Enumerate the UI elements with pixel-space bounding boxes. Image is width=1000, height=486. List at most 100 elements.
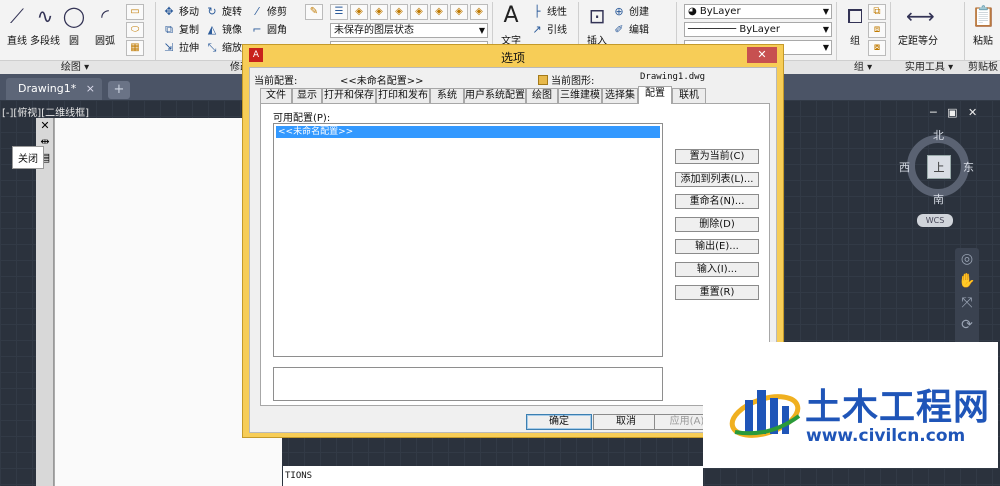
wcs-menu[interactable]: WCS	[917, 214, 953, 227]
insert-block-icon: ⊡	[588, 4, 606, 28]
trim-icon: ⁄	[256, 5, 258, 18]
tab-selection[interactable]: 选择集	[602, 88, 638, 103]
circle-tool[interactable]: ◯ 圆	[57, 4, 91, 47]
cancel-button[interactable]: 取消	[593, 414, 659, 430]
layer-icon[interactable]: ◈	[370, 4, 388, 20]
rotate-label: 旋转	[222, 7, 242, 18]
pan-icon[interactable]: ✋	[955, 270, 979, 292]
tab-profiles[interactable]: 配置	[638, 86, 672, 104]
compass-west[interactable]: 西	[899, 159, 910, 175]
compass-south[interactable]: 南	[933, 191, 944, 207]
stretch-label: 拉伸	[179, 43, 199, 54]
new-tab-button[interactable]: +	[108, 81, 130, 99]
tab-drafting[interactable]: 绘图	[526, 88, 558, 103]
delete-button[interactable]: 删除(D)	[675, 217, 759, 232]
layer-icon[interactable]: ◈	[430, 4, 448, 20]
maximize-icon[interactable]: ▣	[947, 106, 957, 119]
dialog-close-button[interactable]: ✕	[747, 47, 777, 63]
tab-user-preferences[interactable]: 用户系统配置	[464, 88, 526, 103]
layer-icon[interactable]: ◈	[410, 4, 428, 20]
viewcube-top-face[interactable]: 上	[927, 155, 951, 179]
ok-button[interactable]: 确定	[526, 414, 592, 430]
arc-icon: ◜	[101, 4, 109, 28]
text-tool[interactable]: A 文字	[494, 3, 528, 48]
command-line[interactable]: TIONS	[283, 466, 703, 486]
hatch-icon[interactable]: ▦	[126, 40, 144, 56]
viewport-controls-label[interactable]: [-][俯视][二维线框]	[2, 104, 89, 119]
minimize-icon[interactable]: ─	[930, 106, 937, 119]
move-tool[interactable]: ✥ 移动	[162, 4, 199, 20]
layer-icon[interactable]: ◈	[470, 4, 488, 20]
insert-tool[interactable]: ⊡ 插入	[580, 4, 614, 47]
rectangle-icon[interactable]: ▭	[126, 4, 144, 20]
text-icon: A	[503, 3, 519, 28]
export-button[interactable]: 输出(E)...	[675, 239, 759, 254]
dimension-icon: ├	[533, 5, 541, 18]
import-button[interactable]: 输入(I)...	[675, 262, 759, 277]
stretch-tool[interactable]: ⇲ 拉伸	[162, 40, 199, 56]
profiles-listbox[interactable]: <<未命名配置>>	[273, 123, 663, 357]
rotate-tool[interactable]: ↻ 旋转	[205, 4, 242, 20]
fillet-tool[interactable]: ⌐ 圆角	[250, 22, 287, 38]
group-tool[interactable]: ⧠ 组	[838, 4, 872, 47]
scale-tool[interactable]: ⤡ 缩放	[205, 40, 242, 56]
rename-button[interactable]: 重命名(N)...	[675, 194, 759, 209]
panel-title-group[interactable]: 组 ▾	[838, 61, 888, 75]
arc-tool[interactable]: ◜ 圆弧	[88, 4, 122, 47]
tab-plot-publish[interactable]: 打印和发布	[376, 88, 430, 103]
move-icon: ✥	[164, 5, 174, 18]
set-current-button[interactable]: 置为当前(C)	[675, 149, 759, 164]
close-icon[interactable]: ✕	[968, 106, 977, 119]
linetype-dropdown[interactable]: ──────── ByLayer ▼	[684, 22, 832, 37]
edit-block-tool[interactable]: ✐ 编辑	[612, 22, 649, 38]
panel-title-draw[interactable]: 绘图 ▾	[40, 61, 110, 75]
create-block-icon: ⊕	[614, 5, 624, 18]
ungroup-icon[interactable]: ⧉	[868, 4, 886, 20]
rotate-icon: ↻	[207, 5, 217, 18]
create-block-tool[interactable]: ⊕ 创建	[612, 4, 649, 20]
fillet-icon: ⌐	[252, 23, 262, 36]
group-edit-icon[interactable]: ⧈	[868, 22, 886, 38]
tab-open-save[interactable]: 打开和保存	[322, 88, 376, 103]
color-dropdown[interactable]: ◕ ByLayer ▼	[684, 4, 832, 19]
tab-3d-modeling[interactable]: 三维建模	[558, 88, 602, 103]
brush-icon[interactable]: ✎	[305, 4, 323, 20]
move-label: 移动	[179, 7, 199, 18]
tab-online[interactable]: 联机	[672, 88, 706, 103]
mirror-tool[interactable]: ◭ 镜像	[205, 22, 242, 38]
leader-tool[interactable]: ↗ 引线	[530, 22, 567, 38]
list-item[interactable]: <<未命名配置>>	[276, 126, 660, 138]
compass-north[interactable]: 北	[933, 127, 944, 143]
layer-state-dropdown[interactable]: 未保存的图层状态 ▼	[330, 23, 488, 38]
linear-dimension-tool[interactable]: ├ 线性	[530, 4, 567, 20]
trim-tool[interactable]: ⁄ 修剪	[250, 4, 287, 20]
panel-title-clipboard[interactable]: 剪贴板	[966, 61, 1000, 75]
copy-tool[interactable]: ⧉ 复制	[162, 22, 199, 38]
compass-east[interactable]: 东	[963, 159, 974, 175]
paste-tool-label: 粘贴	[973, 36, 993, 47]
reset-button[interactable]: 重置(R)	[675, 285, 759, 300]
close-icon[interactable]: ✕	[36, 118, 54, 134]
layer-properties-icon[interactable]: ☰	[330, 4, 348, 20]
tab-files[interactable]: 文件	[260, 88, 292, 103]
measure-tool[interactable]: ⟷ 定距等分	[896, 4, 940, 47]
orbit-icon[interactable]: ⟳	[955, 314, 979, 336]
paste-tool[interactable]: 📋 粘贴	[966, 4, 1000, 47]
color-value: ByLayer	[699, 6, 741, 17]
file-tab-drawing1[interactable]: Drawing1* ×	[6, 78, 102, 100]
tab-display[interactable]: 显示	[292, 88, 322, 103]
add-to-list-button[interactable]: 添加到列表(L)...	[675, 172, 759, 187]
viewcube[interactable]: 上 北 南 东 西	[897, 125, 981, 209]
close-icon[interactable]: ×	[86, 78, 95, 100]
steering-wheel-icon[interactable]: ◎	[955, 248, 979, 270]
layer-icon[interactable]: ◈	[350, 4, 368, 20]
layer-icon[interactable]: ◈	[450, 4, 468, 20]
watermark: 土木工程网 www.civilcn.com	[703, 342, 998, 468]
panel-title-utilities[interactable]: 实用工具 ▾	[896, 61, 962, 75]
zoom-icon[interactable]: ⤧	[955, 292, 979, 314]
tab-system[interactable]: 系统	[430, 88, 464, 103]
ellipse-icon[interactable]: ⬭	[126, 22, 144, 38]
group-select-icon[interactable]: ⧇	[868, 40, 886, 56]
layer-icon[interactable]: ◈	[390, 4, 408, 20]
dialog-title-bar[interactable]: A 选项 ✕	[243, 45, 783, 67]
